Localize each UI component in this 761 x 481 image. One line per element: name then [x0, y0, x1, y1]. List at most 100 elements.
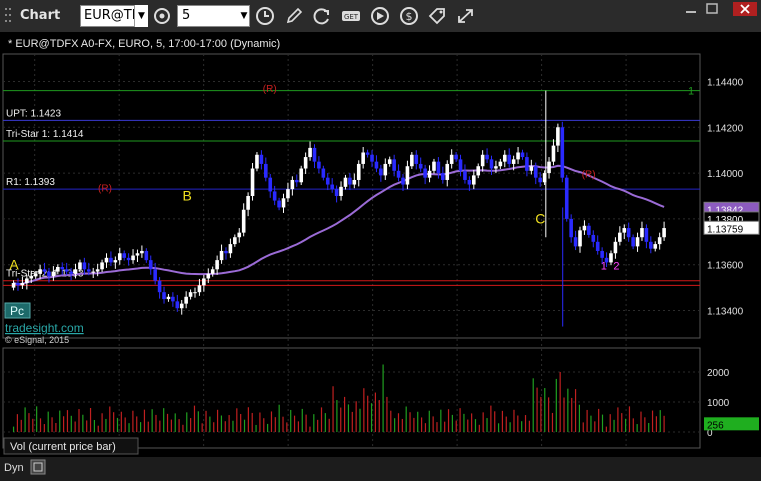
- candle-down: [649, 241, 653, 249]
- candle-up: [502, 154, 507, 162]
- pc-badge[interactable]: Pc: [4, 302, 31, 319]
- level-label: UPT: 1.1423: [6, 108, 61, 119]
- candle-up: [432, 161, 436, 171]
- dyn-settings-icon[interactable]: [30, 459, 46, 475]
- candle-up: [140, 250, 144, 254]
- annotation-label: (R): [98, 183, 112, 194]
- candle-up: [472, 175, 476, 185]
- candle-up: [529, 166, 534, 171]
- resize-icon[interactable]: [455, 6, 477, 26]
- candle-down: [16, 283, 20, 286]
- candle-up: [361, 152, 365, 164]
- candle-up: [202, 278, 206, 286]
- candle-up: [215, 260, 219, 270]
- annotation-label: (R): [582, 170, 596, 181]
- candle-down: [259, 154, 264, 164]
- candle-up: [91, 271, 96, 273]
- play-icon[interactable]: [369, 6, 391, 26]
- price-tick-label: 1.14200: [707, 123, 744, 134]
- candle-up: [113, 260, 118, 263]
- candle-up: [556, 127, 560, 146]
- volume-tick-label: 1000: [707, 398, 730, 409]
- link-settings-icon[interactable]: [151, 6, 173, 26]
- candle-up: [582, 225, 587, 231]
- pc-badge-label: Pc: [10, 304, 24, 318]
- quote-icon[interactable]: GET: [340, 6, 362, 26]
- watermark-site[interactable]: tradesight.com: [5, 321, 84, 335]
- close-icon[interactable]: [733, 2, 757, 16]
- candle-down: [489, 159, 494, 169]
- candle-up: [38, 269, 42, 274]
- candle-up: [281, 198, 286, 208]
- candle-up: [516, 152, 520, 160]
- candle-up: [197, 285, 202, 293]
- candle-up: [387, 159, 392, 164]
- candle-down: [162, 292, 166, 300]
- candle-down: [587, 225, 591, 235]
- candle-down: [414, 154, 419, 164]
- annotation-label: 1: [601, 260, 607, 272]
- candle-up: [405, 166, 410, 185]
- candle-up: [339, 186, 343, 196]
- minimize-icon[interactable]: [681, 2, 701, 16]
- candle-up: [117, 253, 122, 261]
- tag-icon[interactable]: [426, 6, 448, 26]
- window-title: Chart: [20, 8, 61, 23]
- candle-up: [657, 237, 662, 245]
- candle-up: [622, 228, 627, 233]
- candle-down: [573, 237, 578, 247]
- price-tag-last: 1.13759: [707, 224, 744, 235]
- candle-down: [42, 269, 47, 272]
- candle-up: [100, 262, 104, 270]
- volume-tag-label: 256: [707, 420, 724, 431]
- candle-up: [640, 228, 644, 238]
- price-tick-label: 1.14400: [707, 77, 744, 88]
- candle-down: [365, 152, 370, 155]
- candle-down: [294, 179, 299, 183]
- candle-up: [73, 269, 78, 274]
- dollar-icon[interactable]: $: [398, 6, 420, 26]
- refresh-icon[interactable]: [311, 6, 333, 26]
- candle-up: [246, 196, 250, 210]
- clock-icon[interactable]: [254, 6, 276, 26]
- candle-up: [131, 255, 135, 261]
- candle-down: [334, 189, 339, 196]
- candle-down: [418, 163, 423, 169]
- candle-down: [600, 250, 604, 258]
- pencil-icon[interactable]: [283, 6, 305, 26]
- candle-down: [148, 260, 153, 270]
- candle-up: [166, 296, 171, 300]
- candle-up: [286, 189, 290, 199]
- toolbar: Chart EUR@TD ▼ 5 ▼ GET $: [0, 0, 761, 33]
- candle-up: [476, 166, 481, 176]
- study-label[interactable]: Vol (current price bar): [10, 441, 116, 453]
- chart-canvas[interactable]: UPT: 1.1423Tri-Star 1: 1.1414R1: 1.1393T…: [0, 32, 761, 481]
- candle-down: [441, 173, 445, 180]
- candle-up: [445, 163, 450, 180]
- candle-up: [290, 179, 295, 190]
- candle-down: [122, 253, 126, 258]
- candle-down: [564, 177, 569, 219]
- candle-down: [330, 184, 334, 190]
- symbol-dropdown-icon[interactable]: ▼: [134, 5, 148, 27]
- candle-up: [56, 267, 60, 272]
- dyn-label[interactable]: Dyn: [4, 462, 24, 474]
- candle-down: [401, 177, 405, 185]
- svg-text:GET: GET: [344, 13, 359, 21]
- candle-up: [662, 228, 666, 238]
- candle-up: [494, 166, 498, 169]
- candle-up: [653, 244, 658, 249]
- candle-up: [78, 262, 82, 270]
- candle-down: [467, 179, 472, 185]
- grip-icon[interactable]: [4, 6, 12, 26]
- candle-down: [423, 168, 427, 178]
- interval-dropdown-icon[interactable]: ▼: [238, 5, 250, 27]
- candle-up: [303, 157, 308, 169]
- resistance-count-label: 1: [688, 86, 694, 98]
- candle-down: [396, 170, 401, 178]
- watermark-copyright: © eSignal, 2015: [5, 335, 69, 345]
- volume-tick-label: 2000: [707, 368, 730, 379]
- maximize-icon[interactable]: [702, 2, 722, 16]
- candle-up: [179, 303, 184, 309]
- candle-down: [325, 177, 330, 185]
